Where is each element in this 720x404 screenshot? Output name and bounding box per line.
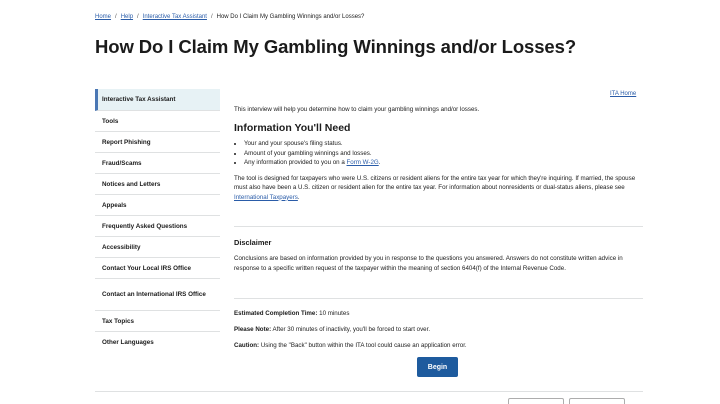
caution-note: Caution: Using the "Back" button within … bbox=[234, 342, 467, 349]
list-item: Your and your spouse's filing status. bbox=[244, 139, 644, 149]
sidebar-nav: Interactive Tax Assistant Tools Report P… bbox=[95, 89, 220, 353]
breadcrumb-home-link[interactable]: Home bbox=[95, 14, 111, 20]
disclaimer-heading: Disclaimer bbox=[234, 238, 272, 247]
sidebar-item-interactive-tax-assistant[interactable]: Interactive Tax Assistant bbox=[95, 89, 220, 111]
page-title: How Do I Claim My Gambling Winnings and/… bbox=[95, 36, 577, 57]
breadcrumb-separator: / bbox=[137, 14, 139, 20]
sidebar-item-tax-topics[interactable]: Tax Topics bbox=[95, 311, 220, 332]
bottom-button[interactable] bbox=[508, 398, 564, 404]
caution-label: Caution: bbox=[234, 342, 260, 349]
sidebar-item-contact-international-office[interactable]: Contact an International IRS Office bbox=[95, 279, 220, 311]
sidebar-item-fraud-scams[interactable]: Fraud/Scams bbox=[95, 153, 220, 174]
eligibility-text: The tool is designed for taxpayers who w… bbox=[234, 174, 644, 203]
sidebar-item-other-languages[interactable]: Other Languages bbox=[95, 332, 220, 353]
list-item-text: Any information provided to you on a bbox=[244, 159, 347, 166]
sidebar-item-report-phishing[interactable]: Report Phishing bbox=[95, 132, 220, 153]
completion-label: Estimated Completion Time: bbox=[234, 310, 318, 317]
main-content: This interview will help you determine h… bbox=[234, 105, 644, 202]
note-value: After 30 minutes of inactivity, you'll b… bbox=[271, 326, 431, 333]
sidebar-item-tools[interactable]: Tools bbox=[95, 111, 220, 132]
ita-home-link[interactable]: ITA Home bbox=[610, 91, 636, 97]
breadcrumb: Home / Help / Interactive Tax Assistant … bbox=[95, 14, 364, 20]
disclaimer-text: Conclusions are based on information pro… bbox=[234, 255, 623, 272]
sidebar-item-appeals[interactable]: Appeals bbox=[95, 195, 220, 216]
sidebar-item-contact-local-office[interactable]: Contact Your Local IRS Office bbox=[95, 258, 220, 279]
needs-list: Your and your spouse's filing status. Am… bbox=[234, 139, 644, 168]
note-label: Please Note: bbox=[234, 326, 272, 333]
list-item: Any information provided to you on a For… bbox=[244, 158, 644, 168]
form-w2g-link[interactable]: Form W-2G bbox=[347, 159, 379, 166]
caution-value: Using the "Back" button within the ITA t… bbox=[259, 342, 467, 349]
completion-value: 10 minutes bbox=[317, 310, 350, 317]
divider bbox=[234, 226, 643, 227]
intro-text: This interview will help you determine h… bbox=[234, 106, 480, 113]
begin-button[interactable]: Begin bbox=[417, 357, 458, 377]
breadcrumb-separator: / bbox=[115, 14, 117, 20]
international-taxpayers-link[interactable]: International Taxpayers bbox=[234, 194, 298, 201]
breadcrumb-separator: / bbox=[210, 14, 213, 20]
breadcrumb-current: How Do I Claim My Gambling Winnings and/… bbox=[216, 14, 365, 20]
completion-time: Estimated Completion Time: 10 minutes bbox=[234, 310, 349, 317]
sidebar-item-accessibility[interactable]: Accessibility bbox=[95, 237, 220, 258]
breadcrumb-ita-link[interactable]: Interactive Tax Assistant bbox=[143, 14, 207, 20]
list-item-suffix: . bbox=[378, 159, 381, 166]
list-item: Amount of your gambling winnings and los… bbox=[244, 149, 644, 159]
inactivity-note: Please Note: After 30 minutes of inactiv… bbox=[234, 326, 430, 333]
eligibility-suffix: . bbox=[297, 193, 300, 201]
sidebar-item-faq[interactable]: Frequently Asked Questions bbox=[95, 216, 220, 237]
breadcrumb-help-link[interactable]: Help bbox=[121, 14, 133, 20]
sidebar-item-notices-and-letters[interactable]: Notices and Letters bbox=[95, 174, 220, 195]
eligibility-body: The tool is designed for taxpayers who w… bbox=[234, 174, 636, 192]
info-heading: Information You'll Need bbox=[234, 122, 351, 134]
divider bbox=[234, 298, 643, 299]
bottom-button[interactable] bbox=[569, 398, 625, 404]
